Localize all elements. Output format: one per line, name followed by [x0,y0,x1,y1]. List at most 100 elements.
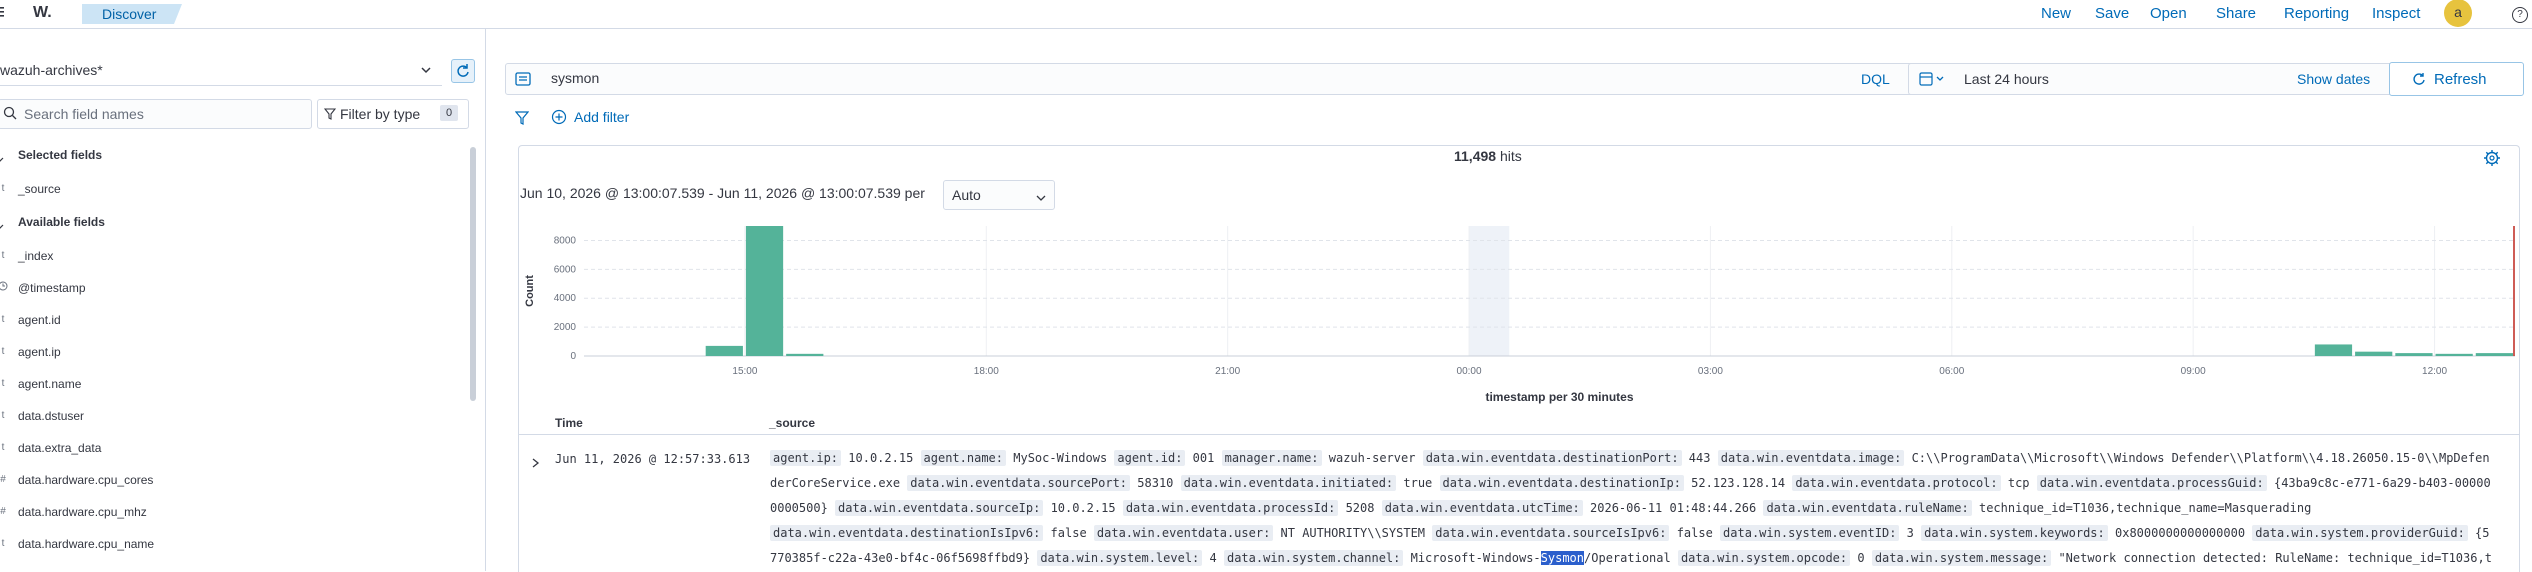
number-type-icon: # [0,506,6,517]
source-field-value: 10.0.2.15 [848,451,914,465]
source-field-key: data.win.eventdata.sourceIsIpv6: [1432,525,1670,541]
filter-by-type-button[interactable]: Filter by type 0 [317,99,469,129]
menu-icon[interactable] [0,5,6,19]
interval-select[interactable]: Auto [943,180,1055,210]
histogram-bar[interactable] [2475,353,2513,356]
histogram-bar[interactable] [2435,353,2473,356]
source-field-key: data.win.system.eventID: [1720,525,1900,541]
source-field-value: {43ba9c8c-e771-6a29-b403-00000 [2273,476,2491,490]
open-button[interactable]: Open [2150,5,2187,22]
field-item[interactable]: t _index [0,249,470,265]
time-range-label[interactable]: Last 24 hours [1964,71,2049,87]
source-field-key: data.win.eventdata.utcTime: [1381,500,1583,516]
index-pattern-select[interactable]: wazuh-archives* [0,55,442,86]
column-header-time[interactable]: Time [555,416,583,430]
hits-count: 11,498 hits [1454,148,1522,164]
reporting-button[interactable]: Reporting [2284,5,2349,22]
available-fields-header: Available fields [18,215,105,229]
field-item[interactable]: t data.dstuser [0,409,470,425]
selected-fields-header: Selected fields [18,148,103,162]
filter-icon [323,107,337,125]
source-field-key: data.win.system.channel: [1223,550,1404,566]
histogram-bar[interactable] [2314,344,2353,356]
gear-icon[interactable] [2483,149,2501,172]
field-name: agent.ip [18,345,61,359]
source-field-value: 443 [1688,451,1711,465]
source-field-value: tcp [2007,476,2030,490]
add-filter-label: Add filter [574,109,630,125]
field-item[interactable]: t data.hardware.cpu_name [0,537,470,553]
y-tick-label: 0 [570,351,576,362]
chevron-down-icon [420,63,432,81]
row-time: Jun 11, 2026 @ 12:57:33.613 [555,452,751,466]
field-item[interactable]: t agent.ip [0,345,470,361]
refresh-icon [457,64,469,77]
field-item[interactable]: t agent.name [0,377,470,393]
breadcrumb-label: Discover [102,6,157,22]
source-field-value: Microsoft-Windows-Sysmon/Operational [1410,551,1671,565]
query-language-button[interactable]: DQL [1861,71,1890,87]
clock-icon [0,281,8,295]
field-name: data.hardware.cpu_name [18,537,155,551]
show-dates-button[interactable]: Show dates [2297,71,2370,87]
field-name: agent.name [18,377,82,391]
new-button[interactable]: New [2041,5,2071,22]
source-field-key: data.win.eventdata.destinationIsIpv6: [770,525,1044,541]
source-line: derCoreService.exe data.win.eventdata.so… [770,475,2491,491]
filter-count-badge: 0 [440,105,458,121]
histogram-bar[interactable] [786,353,824,356]
refresh-index-button[interactable] [451,59,475,83]
filter-icon[interactable] [514,111,530,130]
sidebar-scrollbar[interactable] [470,147,476,401]
field-name: data.dstuser [18,409,85,423]
text-type-icon: t [1,442,5,453]
field-item[interactable]: t agent.id [0,313,470,329]
search-highlight: Sysmon [1540,551,1585,565]
text-type-icon: t [1,250,5,261]
source-field-value: 52.123.128.14 [1691,476,1786,490]
source-field-value: 001 [1192,451,1215,465]
field-item[interactable]: t _source [0,182,470,198]
app-logo[interactable]: W. [33,4,52,22]
chevron-down-icon [1036,190,1046,208]
chevron-down-icon [0,218,4,236]
text-type-icon: t [1,346,5,357]
field-name: _source [18,182,61,196]
query-input[interactable]: sysmon [551,70,599,86]
field-search-input[interactable]: Search field names [0,99,312,129]
avatar-initial: a [2454,4,2462,20]
field-name: _index [18,249,54,263]
histogram-bar[interactable] [745,226,784,356]
field-item[interactable]: @timestamp [0,281,470,297]
source-field-value: "Network connection detected: RuleName: … [2058,551,2492,565]
saved-query-icon[interactable] [515,71,531,92]
x-tick-label: 09:00 [2181,366,2206,377]
number-type-icon: # [0,474,6,485]
chevron-down-icon [0,151,4,169]
column-header-source[interactable]: _source [769,416,815,430]
text-type-icon: t [1,538,5,549]
y-tick-label: 8000 [554,235,577,246]
y-tick-label: 4000 [554,293,577,304]
histogram-bar[interactable] [2355,351,2393,356]
field-name: data.extra_data [18,441,102,455]
y-tick-label: 6000 [554,264,577,275]
avatar[interactable]: a [2444,0,2472,27]
share-button[interactable]: Share [2216,5,2256,22]
field-item[interactable]: # data.hardware.cpu_cores [0,473,470,489]
histogram-bar[interactable] [705,345,743,356]
help-icon[interactable]: ? [2512,7,2528,23]
histogram-bar[interactable] [2395,353,2433,356]
save-button[interactable]: Save [2095,5,2129,22]
expand-row-icon[interactable] [530,456,540,474]
refresh-button[interactable]: Refresh [2389,62,2524,96]
field-item[interactable]: # data.hardware.cpu_mhz [0,505,470,521]
histogram-chart[interactable]: 15:00 18:00 21:00 00:00 03:00 06:00 09:00 12:00… [519,216,2519,416]
calendar-icon[interactable] [1919,71,1947,92]
inspect-button[interactable]: Inspect [2372,5,2420,22]
x-tick-label: 12:00 [2422,366,2447,377]
source-field-value: C:\\ProgramData\\Microsoft\\Windows Defe… [1911,451,2490,465]
field-item[interactable]: t data.extra_data [0,441,470,457]
text-type-icon: t [1,183,5,194]
breadcrumb[interactable]: Discover [82,4,182,24]
